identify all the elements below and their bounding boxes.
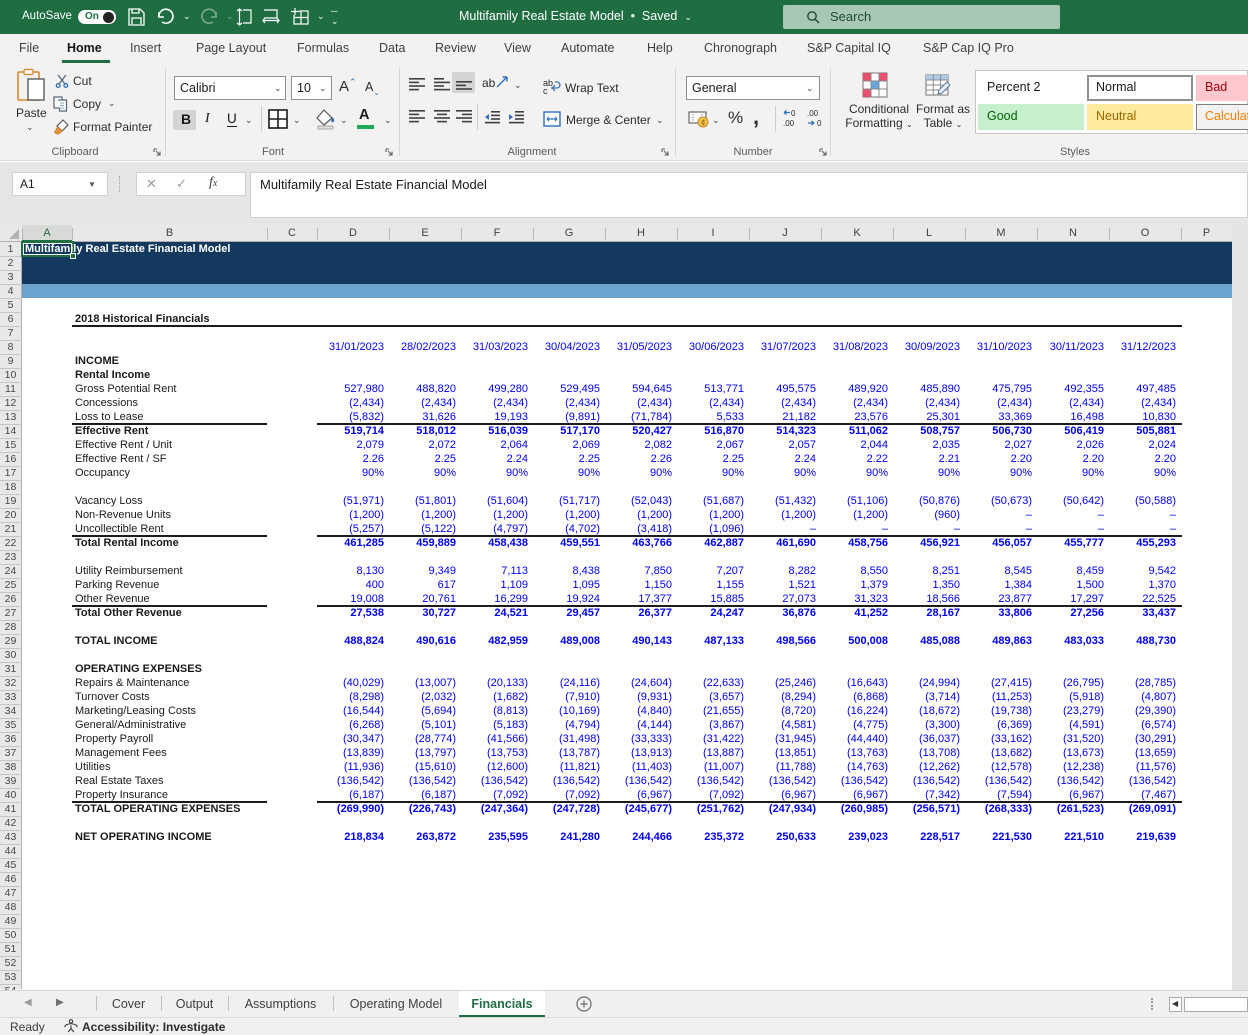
svg-text:.00: .00 bbox=[807, 109, 819, 118]
svg-text:¢: ¢ bbox=[701, 119, 705, 128]
svg-text:0: 0 bbox=[817, 119, 822, 128]
svg-text:.00: .00 bbox=[783, 119, 795, 128]
svg-text:0: 0 bbox=[791, 109, 796, 118]
svg-text:c: c bbox=[543, 86, 548, 96]
